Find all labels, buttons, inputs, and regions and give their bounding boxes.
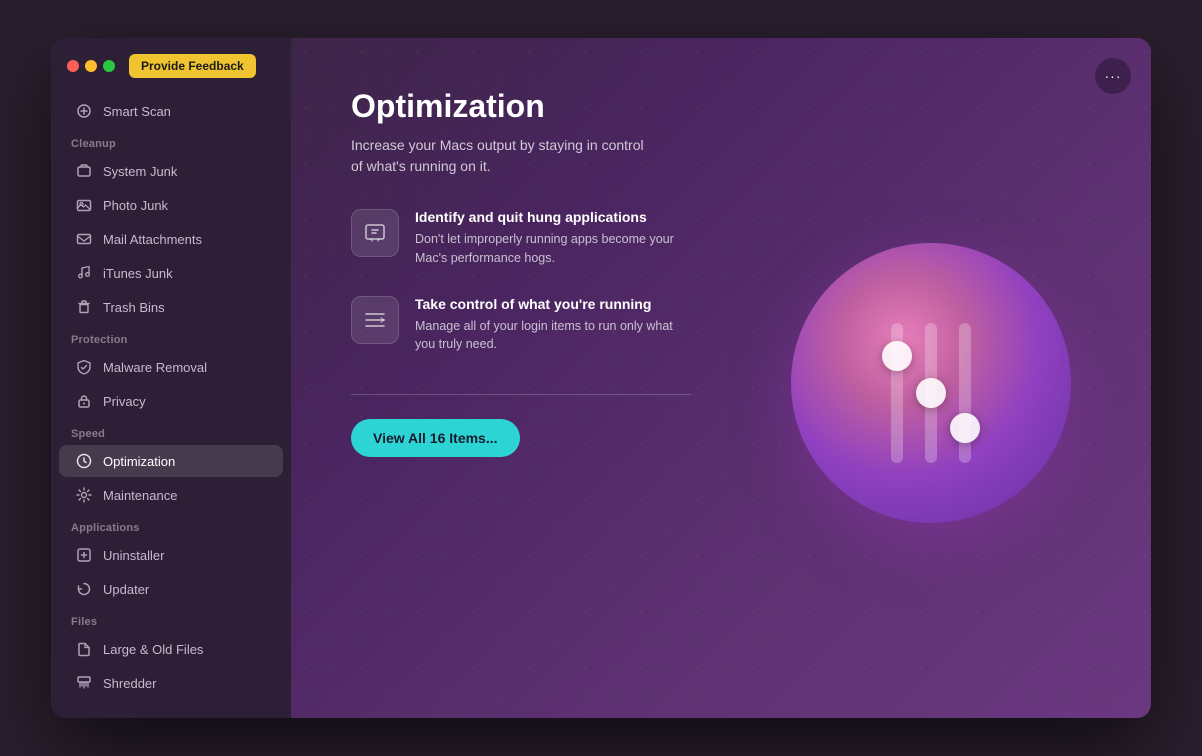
sidebar: Provide Feedback Smart Scan Cleanup Syst…: [51, 38, 291, 718]
sidebar-item-large-old-files[interactable]: Large & Old Files: [59, 633, 283, 665]
titlebar: Provide Feedback: [51, 54, 291, 94]
system-junk-icon: [75, 162, 93, 180]
feature-1-text: Identify and quit hung applications Don'…: [415, 209, 675, 268]
cleanup-section-label: Cleanup: [51, 128, 291, 154]
sidebar-item-shredder[interactable]: Shredder: [59, 667, 283, 699]
sidebar-item-system-junk[interactable]: System Junk: [59, 155, 283, 187]
app-window: Provide Feedback Smart Scan Cleanup Syst…: [51, 38, 1151, 718]
maintenance-icon: [75, 486, 93, 504]
uninstaller-icon: [75, 546, 93, 564]
feature-1-icon-box: [351, 209, 399, 257]
slider-track-3: [959, 323, 971, 463]
page-subtitle: Increase your Macs output by staying in …: [351, 135, 651, 177]
slider-track-2: [925, 323, 937, 463]
slider-track-1: [891, 323, 903, 463]
maximize-button[interactable]: [103, 60, 115, 72]
feature-item-1: Identify and quit hung applications Don'…: [351, 209, 731, 268]
sidebar-item-optimization[interactable]: Optimization: [59, 445, 283, 477]
sidebar-item-itunes-junk[interactable]: iTunes Junk: [59, 257, 283, 289]
sidebar-item-uninstaller-label: Uninstaller: [103, 548, 164, 563]
optimization-icon: [75, 452, 93, 470]
right-illustration: [771, 88, 1091, 678]
sidebar-item-maintenance-label: Maintenance: [103, 488, 177, 503]
updater-icon: [75, 580, 93, 598]
feature-2-title: Take control of what you're running: [415, 296, 675, 312]
page-title: Optimization: [351, 88, 731, 125]
provide-feedback-button[interactable]: Provide Feedback: [129, 54, 256, 78]
sidebar-item-photo-junk-label: Photo Junk: [103, 198, 168, 213]
slider-thumb-2: [916, 378, 946, 408]
optimization-graphic: [791, 243, 1071, 523]
sidebar-item-malware-removal[interactable]: Malware Removal: [59, 351, 283, 383]
applications-section-label: Applications: [51, 512, 291, 538]
itunes-junk-icon: [75, 264, 93, 282]
sidebar-item-trash-bins[interactable]: Trash Bins: [59, 291, 283, 323]
feature-1-desc: Don't let improperly running apps become…: [415, 230, 675, 268]
shredder-icon: [75, 674, 93, 692]
sidebar-item-updater[interactable]: Updater: [59, 573, 283, 605]
sidebar-item-mail-attachments[interactable]: Mail Attachments: [59, 223, 283, 255]
view-all-button[interactable]: View All 16 Items...: [351, 419, 520, 457]
more-options-button[interactable]: ···: [1095, 58, 1131, 94]
feature-2-text: Take control of what you're running Mana…: [415, 296, 675, 355]
sidebar-item-smart-scan-label: Smart Scan: [103, 104, 171, 119]
sidebar-item-system-junk-label: System Junk: [103, 164, 177, 179]
mail-attachments-icon: [75, 230, 93, 248]
malware-removal-icon: [75, 358, 93, 376]
sliders-graphic: [891, 303, 971, 463]
sidebar-item-photo-junk[interactable]: Photo Junk: [59, 189, 283, 221]
sidebar-item-trash-bins-label: Trash Bins: [103, 300, 165, 315]
sidebar-item-shredder-label: Shredder: [103, 676, 156, 691]
sidebar-item-optimization-label: Optimization: [103, 454, 175, 469]
traffic-lights: [67, 60, 115, 72]
feature-2-desc: Manage all of your login items to run on…: [415, 317, 675, 355]
sidebar-item-smart-scan[interactable]: Smart Scan: [59, 95, 283, 127]
files-section-label: Files: [51, 606, 291, 632]
left-content: Optimization Increase your Macs output b…: [351, 88, 731, 678]
feature-1-title: Identify and quit hung applications: [415, 209, 675, 225]
sidebar-item-uninstaller[interactable]: Uninstaller: [59, 539, 283, 571]
sidebar-item-large-old-files-label: Large & Old Files: [103, 642, 203, 657]
sidebar-item-privacy[interactable]: Privacy: [59, 385, 283, 417]
divider: [351, 394, 691, 395]
sidebar-item-maintenance[interactable]: Maintenance: [59, 479, 283, 511]
login-items-icon: [363, 308, 387, 332]
sidebar-item-privacy-label: Privacy: [103, 394, 146, 409]
protection-section-label: Protection: [51, 324, 291, 350]
privacy-icon: [75, 392, 93, 410]
hung-apps-icon: [363, 221, 387, 245]
smart-scan-icon: [75, 102, 93, 120]
sidebar-item-malware-removal-label: Malware Removal: [103, 360, 207, 375]
slider-thumb-1: [882, 341, 912, 371]
close-button[interactable]: [67, 60, 79, 72]
sidebar-item-updater-label: Updater: [103, 582, 149, 597]
large-old-files-icon: [75, 640, 93, 658]
feature-item-2: Take control of what you're running Mana…: [351, 296, 731, 355]
content-area: Optimization Increase your Macs output b…: [351, 88, 1091, 678]
trash-bins-icon: [75, 298, 93, 316]
feature-2-icon-box: [351, 296, 399, 344]
minimize-button[interactable]: [85, 60, 97, 72]
photo-junk-icon: [75, 196, 93, 214]
slider-thumb-3: [950, 413, 980, 443]
speed-section-label: Speed: [51, 418, 291, 444]
main-content: ··· Optimization Increase your Macs outp…: [291, 38, 1151, 718]
sidebar-item-mail-attachments-label: Mail Attachments: [103, 232, 202, 247]
sidebar-item-itunes-junk-label: iTunes Junk: [103, 266, 173, 281]
